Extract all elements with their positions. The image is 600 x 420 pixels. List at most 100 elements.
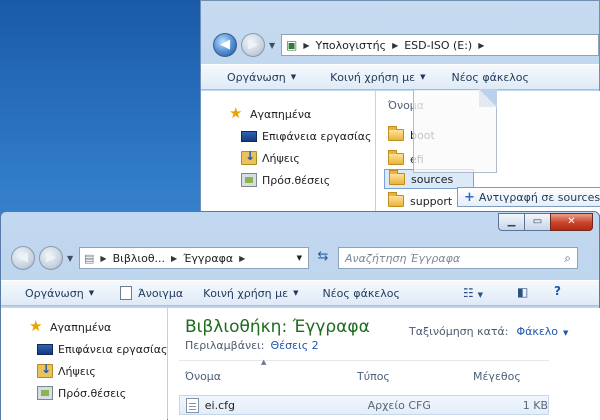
share-label: Κοινή χρήση με: [330, 70, 416, 84]
nav-downloads[interactable]: Λήψεις: [29, 360, 167, 382]
new-folder-label: Νέος φάκελος: [451, 70, 529, 84]
address-dropdown-icon[interactable]: ▼: [297, 254, 302, 262]
file-name: sources: [411, 172, 454, 186]
caption-buttons: ▁ ▭ ✕: [498, 213, 593, 231]
nav-desktop[interactable]: Επιφάνεια εργασίας: [29, 338, 167, 360]
history-dropdown-icon[interactable]: ▼: [67, 254, 73, 263]
maximize-button[interactable]: ▭: [524, 213, 550, 231]
share-label: Κοινή χρήση με: [203, 286, 289, 300]
organize-menu[interactable]: Οργάνωση ▼: [201, 71, 306, 84]
nav-desktop[interactable]: Επιφάνεια εργασίας: [229, 125, 371, 147]
copy-tooltip-text: Αντιγραφή σε sources: [478, 190, 600, 204]
breadcrumb-separator-icon[interactable]: ▶: [301, 41, 311, 50]
share-menu[interactable]: Κοινή χρήση με ▼: [193, 287, 308, 300]
copy-to-tooltip: + Αντιγραφή σε sources: [457, 187, 600, 207]
downloads-icon: [37, 362, 53, 378]
star-icon: [29, 317, 45, 335]
nav-label: Αγαπημένα: [250, 107, 312, 121]
includes-label: Περιλαμβάνει:: [185, 339, 265, 352]
column-header-name[interactable]: Όνομα: [185, 370, 221, 383]
open-label: Άνοιγμα: [138, 286, 184, 300]
view-options-icon[interactable]: ☷ ▼: [463, 286, 483, 300]
back-command-bar: Οργάνωση ▼ Κοινή χρήση με ▼ Νέος φάκελος: [201, 64, 599, 90]
divider: [179, 360, 549, 361]
nav-favorites[interactable]: Αγαπημένα: [29, 316, 167, 338]
nav-label: Πρόσ.θέσεις: [58, 386, 127, 400]
forward-arrow-button[interactable]: ▶: [39, 246, 63, 270]
new-folder-button[interactable]: Νέος φάκελος: [308, 287, 410, 300]
computer-icon: ▣: [286, 38, 298, 52]
column-header-type[interactable]: Τύπος: [357, 370, 390, 383]
sort-ascending-icon: ▲: [261, 358, 267, 366]
file-type: Αρχείο CFG: [367, 398, 431, 412]
refresh-icon[interactable]: ⇆: [313, 247, 333, 269]
history-dropdown-icon[interactable]: ▼: [269, 41, 275, 50]
back-explorer-window: ◀ ▶ ▼ ▣ ▶ Υπολογιστής ▶ ESD-ISO (E:) ▶ Ο…: [200, 0, 600, 215]
breadcrumb-separator-icon[interactable]: ▶: [237, 254, 247, 263]
chevron-down-icon[interactable]: ▼: [563, 329, 568, 337]
nav-downloads[interactable]: Λήψεις: [229, 147, 371, 169]
folder-icon: [388, 150, 404, 165]
back-navigation-pane: Αγαπημένα Επιφάνεια εργασίας Λήψεις Πρόσ…: [201, 91, 375, 215]
breadcrumb-computer[interactable]: Υπολογιστής: [312, 39, 391, 52]
document-icon: [120, 286, 133, 300]
folder-icon: [388, 192, 404, 207]
front-navigation-pane: Αγαπημένα Επιφάνεια εργασίας Λήψεις Πρόσ…: [1, 308, 167, 420]
nav-label: Λήψεις: [262, 151, 300, 165]
forward-arrow-button[interactable]: ▶: [241, 33, 265, 57]
file-size: 1 KB: [522, 398, 548, 412]
new-folder-label: Νέος φάκελος: [322, 286, 400, 300]
minimize-button[interactable]: ▁: [498, 213, 524, 231]
breadcrumb-documents[interactable]: Έγγραφα: [179, 252, 237, 265]
nav-recent[interactable]: Πρόσ.θέσεις: [229, 169, 371, 191]
folder-icon: [389, 170, 405, 185]
chevron-down-icon: ▼: [88, 289, 95, 297]
cfg-file-icon: [186, 397, 199, 413]
open-button[interactable]: Άνοιγμα: [104, 286, 193, 300]
table-row[interactable]: ei.cfg Αρχείο CFG 1 KB: [179, 395, 549, 415]
chevron-down-icon: ▼: [290, 73, 297, 81]
breadcrumb-separator-icon[interactable]: ▶: [98, 254, 108, 263]
breadcrumb-separator-icon[interactable]: ▶: [476, 41, 486, 50]
address-bar[interactable]: ▤ ▶ Βιβλιοθ... ▶ Έγγραφα ▶ ▼: [79, 247, 309, 269]
library-icon: ▤: [84, 251, 95, 265]
recent-places-icon: [241, 173, 257, 187]
desktop-icon: [241, 131, 257, 142]
search-placeholder: Αναζήτηση Έγγραφα: [345, 251, 461, 265]
breadcrumb-separator-icon[interactable]: ▶: [169, 254, 179, 263]
preview-pane-icon[interactable]: ◧: [517, 285, 528, 299]
organize-label: Οργάνωση: [25, 286, 84, 300]
nav-recent[interactable]: Πρόσ.θέσεις: [29, 382, 167, 404]
nav-favorites[interactable]: Αγαπημένα: [229, 103, 371, 125]
back-arrow-button[interactable]: ◀: [11, 246, 35, 270]
nav-label: Αγαπημένα: [50, 320, 112, 334]
column-header-size[interactable]: Μέγεθος: [473, 370, 521, 383]
breadcrumb-drive[interactable]: ESD-ISO (E:): [400, 39, 476, 52]
nav-label: Επιφάνεια εργασίας: [262, 129, 372, 143]
address-bar[interactable]: ▣ ▶ Υπολογιστής ▶ ESD-ISO (E:) ▶: [281, 34, 599, 56]
new-folder-button[interactable]: Νέος φάκελος: [435, 71, 539, 84]
file-item[interactable]: support: [388, 191, 452, 211]
folder-icon: [388, 126, 404, 141]
share-menu[interactable]: Κοινή χρήση με ▼: [306, 71, 435, 84]
search-icon[interactable]: ⌕: [564, 251, 571, 266]
back-nav-bar: ◀ ▶ ▼ ▣ ▶ Υπολογιστής ▶ ESD-ISO (E:) ▶: [201, 29, 599, 65]
drag-file-ghost-icon: [413, 89, 497, 173]
breadcrumb-separator-icon[interactable]: ▶: [390, 41, 400, 50]
close-button[interactable]: ✕: [550, 213, 593, 231]
nav-label: Πρόσ.θέσεις: [262, 173, 331, 187]
organize-menu[interactable]: Οργάνωση ▼: [1, 287, 104, 300]
library-includes: Περιλαμβάνει: Θέσεις 2: [185, 339, 319, 352]
nav-label: Λήψεις: [58, 364, 96, 378]
breadcrumb-libraries[interactable]: Βιβλιοθ...: [109, 252, 169, 265]
back-arrow-button[interactable]: ◀: [213, 33, 237, 57]
search-input[interactable]: Αναζήτηση Έγγραφα ⌕: [338, 247, 578, 269]
file-name: ei.cfg: [204, 398, 236, 412]
chevron-down-icon: ▼: [420, 73, 426, 81]
includes-locations-link[interactable]: Θέσεις 2: [270, 339, 318, 352]
plus-icon: +: [464, 189, 475, 205]
arrange-label: Ταξινόμηση κατά:: [409, 325, 509, 338]
organize-label: Οργάνωση: [227, 70, 286, 84]
help-icon[interactable]: ?: [554, 284, 561, 298]
arrange-by-dropdown[interactable]: Φάκελο: [516, 325, 558, 338]
